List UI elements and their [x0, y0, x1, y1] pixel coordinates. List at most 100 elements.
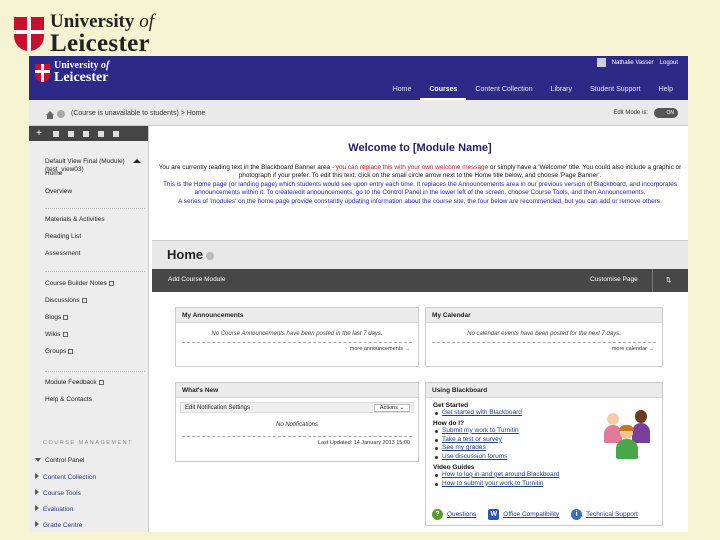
tab-content-collection[interactable]: Content Collection — [466, 83, 541, 100]
notification-settings-bar: Edit Notification Settings Actions ⌄ — [180, 402, 414, 413]
more-calendar-link[interactable]: more calendar → — [426, 346, 654, 352]
user-box: Nathalie Vasser Logout — [596, 58, 678, 67]
chevron-down-icon — [35, 458, 41, 462]
edit-icon — [81, 297, 87, 303]
edit-mode-label: Edit Mode is: — [613, 110, 648, 116]
edit-icon — [62, 331, 68, 337]
sidebar-item-blogs[interactable]: Blogs — [45, 314, 69, 321]
link-video-turnitin[interactable]: How to submit your work to Turnitin — [435, 480, 662, 489]
banner-logo[interactable]: University of Leicester — [35, 61, 109, 85]
main-nav: Home Courses Content Collection Library … — [384, 83, 682, 100]
edit-icon — [68, 348, 74, 354]
edit-mode-toggle[interactable]: ON — [654, 108, 678, 118]
edit-notification-settings-link[interactable]: Edit Notification Settings — [185, 405, 250, 411]
sort-icon[interactable]: ⇅ — [666, 276, 671, 284]
link-office-compatibility[interactable]: Office Compatibility — [503, 511, 559, 518]
add-course-module-button[interactable]: Add Course Module — [168, 276, 225, 283]
divider — [45, 271, 145, 272]
using-blackboard-footer: ? Questions W Office Compatibility i Tec… — [432, 509, 658, 520]
add-menu-item-icon[interactable]: + — [34, 128, 44, 139]
tab-student-support[interactable]: Student Support — [581, 83, 650, 100]
tab-home[interactable]: Home — [384, 83, 421, 100]
sidebar-item-module-feedback[interactable]: Module Feedback — [45, 379, 104, 386]
window-icon[interactable] — [83, 130, 89, 137]
customise-page-button[interactable]: Customise Page — [590, 276, 638, 283]
edit-icon — [98, 379, 104, 385]
home-icon — [133, 159, 141, 163]
tab-library[interactable]: Library — [542, 83, 581, 100]
blackboard-screen: University of Leicester Nathalie Vasser … — [29, 56, 688, 532]
cp-evaluation[interactable]: Evaluation — [35, 505, 73, 513]
folder-view-icon[interactable] — [68, 130, 74, 137]
module-whats-new: What's New Edit Notification Settings Ac… — [175, 382, 419, 462]
control-panel[interactable]: Control Panel — [35, 457, 84, 464]
logout-link[interactable]: Logout — [660, 60, 678, 66]
logo-leicester: Leicester — [50, 30, 150, 57]
divider — [45, 371, 145, 372]
chevron-right-icon — [35, 489, 39, 495]
sort-icon[interactable] — [113, 130, 119, 137]
tab-help[interactable]: Help — [650, 83, 682, 100]
sidebar-item-materials-activities[interactable]: Materials & Activities — [45, 216, 105, 223]
course-menu: + Default View Final (Module) (test_view… — [29, 126, 149, 532]
chevron-down-icon: ⌄ — [399, 405, 405, 411]
module-my-announcements: My Announcements No Course Announcements… — [175, 307, 419, 367]
chevron-right-icon — [35, 473, 39, 479]
sidebar-item-assessment[interactable]: Assessment — [45, 250, 80, 257]
top-banner: University of Leicester Nathalie Vasser … — [29, 56, 688, 100]
sidebar-item-groups[interactable]: Groups — [45, 348, 74, 355]
course-menu-toolbar: + — [29, 126, 148, 141]
sidebar-item-reading-list[interactable]: Reading List — [45, 233, 81, 240]
sidebar-item-home[interactable]: Home — [45, 170, 62, 177]
sidebar-item-help-contacts[interactable]: Help & Contacts — [45, 396, 92, 403]
sidebar-item-wikis[interactable]: Wikis — [45, 331, 68, 338]
word-icon: W — [488, 509, 500, 520]
action-bar: Add Course Module Customise Page ⇅ — [152, 269, 688, 292]
module-title[interactable]: My Calendar — [426, 308, 662, 323]
page-title: Home — [167, 247, 215, 262]
link-questions[interactable]: Questions — [447, 511, 476, 518]
list-view-icon[interactable] — [53, 130, 59, 137]
info-icon: i — [571, 509, 583, 520]
home-icon[interactable] — [46, 111, 54, 119]
page-banner-text: You are currently reading text in the Bl… — [158, 164, 682, 205]
logo-university: University — [50, 11, 135, 32]
module-title[interactable]: Using Blackboard — [426, 383, 662, 398]
sidebar-item-course-builder-notes[interactable]: Course Builder Notes — [45, 280, 114, 287]
chevron-right-icon — [35, 521, 39, 527]
options-icon[interactable] — [57, 110, 65, 118]
module-using-blackboard: Using Blackboard Get Started Get started… — [425, 382, 663, 526]
link-video-login[interactable]: How to log in and get around Blackboard — [435, 471, 662, 480]
more-announcements-link[interactable]: more announcements → — [176, 346, 410, 352]
shield-icon — [14, 17, 44, 51]
last-updated: Last Updated: 14 January 2013 15:00 — [317, 440, 410, 446]
avatar[interactable] — [596, 58, 606, 67]
divider — [182, 342, 412, 343]
breadcrumb-bar: (Course is unavailable to students) > Ho… — [29, 100, 688, 126]
people-illustration — [602, 405, 654, 459]
sidebar-item-discussions[interactable]: Discussions — [45, 297, 87, 304]
tab-courses[interactable]: Courses — [420, 83, 467, 100]
link-technical-support[interactable]: Technical Support — [586, 511, 638, 518]
divider — [432, 342, 656, 343]
breadcrumb[interactable]: (Course is unavailable to students) > Ho… — [71, 110, 205, 117]
module-title[interactable]: What's New — [176, 383, 418, 398]
module-title[interactable]: My Announcements — [176, 308, 418, 323]
edit-mode: Edit Mode is: ON — [613, 108, 678, 118]
actions-menu-button[interactable]: Actions ⌄ — [374, 404, 410, 412]
cp-course-tools[interactable]: Course Tools — [35, 489, 81, 497]
cp-grade-centre[interactable]: Grade Centre — [35, 521, 82, 529]
main-content: Welcome to [Module Name] You are current… — [152, 126, 688, 532]
shield-icon — [35, 64, 50, 82]
chevron-down-icon[interactable] — [206, 251, 215, 260]
logo-of: of — [139, 11, 154, 32]
user-name[interactable]: Nathalie Vasser — [612, 60, 654, 66]
page-title-bar: Home — [152, 240, 688, 269]
course-management-heading: COURSE MANAGEMENT — [43, 440, 133, 446]
edit-icon — [63, 314, 69, 320]
cp-content-collection[interactable]: Content Collection — [35, 473, 96, 481]
sidebar-item-overview[interactable]: Overview — [45, 188, 72, 195]
refresh-icon[interactable] — [98, 130, 104, 137]
chevron-right-icon — [35, 505, 39, 511]
university-logo: University of Leicester — [14, 12, 154, 56]
